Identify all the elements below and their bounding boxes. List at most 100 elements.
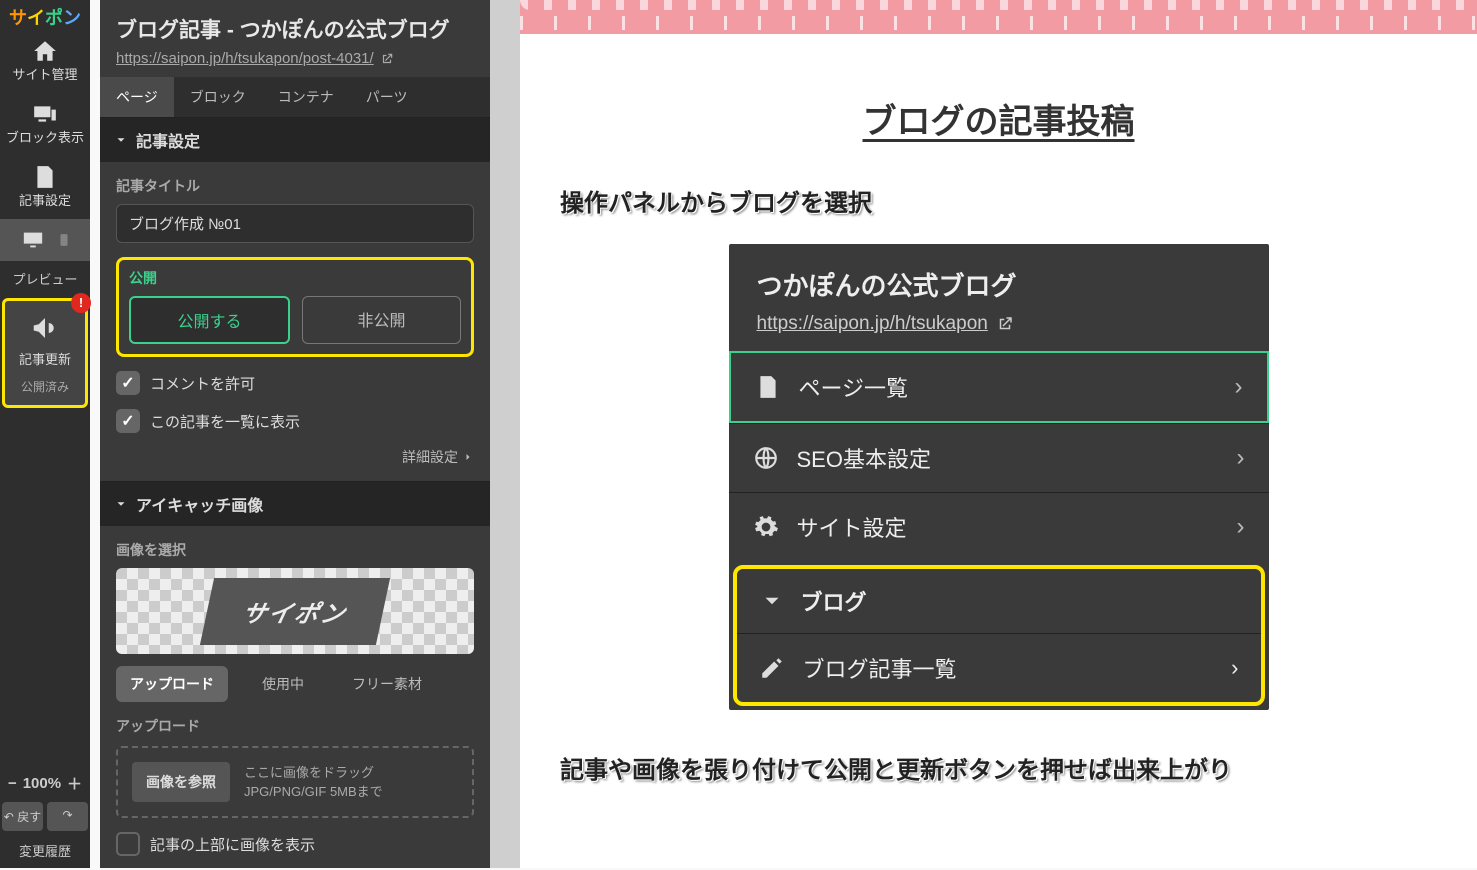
- show-image-top-row[interactable]: 記事の上部に画像を表示: [116, 832, 474, 856]
- menu-blog-url[interactable]: https://saipon.jp/h/tsukapon: [757, 313, 1241, 335]
- megaphone-icon: [28, 313, 62, 343]
- details-settings-link[interactable]: 詳細設定: [116, 447, 474, 467]
- menu-row-label: SEO基本設定: [797, 442, 931, 474]
- checkbox-unchecked-icon[interactable]: [116, 832, 140, 856]
- section-eyecatch: アイキャッチ画像 画像を選択 サイポン アップロード 使用中 フリー素材 アップ…: [100, 481, 490, 870]
- show-on-top-label: 記事の上部に画像を表示: [150, 834, 315, 855]
- devices-icon: [30, 101, 60, 127]
- section-header-eyecatch[interactable]: アイキャッチ画像: [100, 482, 490, 526]
- menu-row-label: サイト設定: [797, 511, 907, 543]
- img-tab-used[interactable]: 使用中: [248, 666, 318, 702]
- mobile-icon: [57, 229, 71, 251]
- desktop-icon: [19, 229, 47, 251]
- menu-header: つかぽんの公式ブログ https://saipon.jp/h/tsukapon: [729, 244, 1269, 351]
- edit-icon: [759, 655, 785, 681]
- device-switch[interactable]: [0, 219, 90, 261]
- tab-page[interactable]: ページ: [100, 77, 174, 117]
- home-icon: [30, 38, 60, 64]
- instruction-caption-2: 記事や画像を張り付けて公開と更新ボタンを押せば出来上がり: [560, 750, 1437, 785]
- external-link-icon: [996, 315, 1014, 333]
- upload-hint: ここに画像をドラッグ JPG/PNG/GIF 5MBまで: [244, 763, 383, 802]
- change-history-button[interactable]: 変更履歴: [0, 833, 90, 868]
- decorative-border: [520, 0, 1477, 34]
- panel-tabs: ページ ブロック コンテナ パーツ: [100, 77, 490, 117]
- chevron-down-icon: [114, 133, 128, 147]
- page-preview: ブログの記事投稿 操作パネルからブログを選択 つかぽんの公式ブログ https:…: [520, 0, 1477, 868]
- panel-header: ブログ記事 - つかぽんの公式ブログ https://saipon.jp/h/t…: [100, 0, 490, 77]
- field-label-select-image: 画像を選択: [116, 540, 474, 560]
- bottom-controls: − 100% ＋ ↶ 戻す ↷ 変更履歴: [0, 767, 90, 868]
- preview-label: プレビュー: [0, 261, 90, 296]
- undo-button[interactable]: ↶ 戻す: [2, 802, 43, 831]
- chevron-right-icon: ›: [1237, 444, 1245, 472]
- section-article-settings: 記事設定 記事タイトル 公開 公開する 非公開 コメントを許可 この記事を一覧に…: [100, 117, 490, 481]
- admin-menu-card: つかぽんの公式ブログ https://saipon.jp/h/tsukapon …: [729, 244, 1269, 710]
- chevron-down-icon: [759, 588, 785, 614]
- nav-site-management[interactable]: サイト管理: [0, 30, 90, 93]
- settings-panel: ブログ記事 - つかぽんの公式ブログ https://saipon.jp/h/t…: [100, 0, 490, 868]
- published-label: 公開済み: [21, 378, 69, 395]
- app-logo: サイポン: [0, 0, 90, 30]
- post-title: ブログの記事投稿: [560, 94, 1437, 143]
- zoom-control[interactable]: − 100% ＋: [0, 767, 90, 800]
- img-tab-free[interactable]: フリー素材: [338, 666, 436, 702]
- field-label-title: 記事タイトル: [116, 176, 474, 196]
- nav-block-display[interactable]: ブロック表示: [0, 93, 90, 156]
- show-in-list-row[interactable]: この記事を一覧に表示: [116, 409, 474, 433]
- section-header-article[interactable]: 記事設定: [100, 118, 490, 162]
- upload-label: アップロード: [116, 716, 474, 736]
- panel-url-link[interactable]: https://saipon.jp/h/tsukapon/post-4031/: [116, 50, 474, 67]
- gear-icon: [753, 514, 779, 540]
- chevron-right-icon: ›: [1231, 655, 1238, 681]
- image-preview-logo: サイポン: [200, 578, 390, 645]
- checkbox-checked-icon[interactable]: [116, 409, 140, 433]
- nav-label: ブロック表示: [6, 127, 84, 146]
- chevron-right-icon: ›: [1237, 513, 1245, 541]
- publish-group: 公開 公開する 非公開: [116, 257, 474, 357]
- allow-comments-row[interactable]: コメントを許可: [116, 371, 474, 395]
- image-source-tabs: アップロード 使用中 フリー素材: [116, 666, 474, 702]
- instruction-caption-1: 操作パネルからブログを選択: [560, 183, 1437, 218]
- browse-image-button[interactable]: 画像を参照: [132, 762, 230, 802]
- menu-row-pages[interactable]: ページ一覧 ›: [729, 351, 1269, 423]
- document-icon: [30, 164, 60, 190]
- alert-badge-icon: !: [71, 293, 91, 313]
- menu-row-label: ページ一覧: [799, 371, 909, 403]
- panel-divider: [490, 0, 520, 868]
- menu-row-blog-list[interactable]: ブログ記事一覧 ›: [737, 633, 1261, 702]
- zoom-in-icon[interactable]: ＋: [67, 773, 82, 794]
- menu-row-blog[interactable]: ブログ: [737, 569, 1261, 633]
- redo-button[interactable]: ↷: [47, 802, 88, 831]
- article-title-input[interactable]: [116, 204, 474, 243]
- menu-row-seo[interactable]: SEO基本設定 ›: [729, 423, 1269, 492]
- menu-row-site-settings[interactable]: サイト設定 ›: [729, 492, 1269, 561]
- nav-label: 記事設定: [19, 190, 71, 209]
- tab-block[interactable]: ブロック: [174, 77, 262, 117]
- zoom-out-icon[interactable]: −: [8, 775, 17, 792]
- show-in-list-label: この記事を一覧に表示: [150, 411, 300, 432]
- publish-button[interactable]: 公開する: [129, 296, 290, 344]
- document-icon: [755, 374, 781, 400]
- nav-label: サイト管理: [12, 64, 77, 83]
- private-button[interactable]: 非公開: [302, 296, 461, 344]
- chevron-right-icon: [462, 451, 474, 463]
- menu-blog-title: つかぽんの公式ブログ: [757, 266, 1241, 303]
- menu-row-label: ブログ: [801, 585, 867, 617]
- img-tab-upload[interactable]: アップロード: [116, 666, 228, 702]
- chevron-down-icon: [114, 497, 128, 511]
- image-preview[interactable]: サイポン: [116, 568, 474, 654]
- globe-icon: [753, 445, 779, 471]
- tab-parts[interactable]: パーツ: [350, 77, 424, 117]
- left-rail: サイポン サイト管理 ブロック表示 記事設定 プレビュー ! 記事更新 公開済み…: [0, 0, 90, 868]
- update-article-button[interactable]: ! 記事更新 公開済み: [2, 298, 88, 408]
- menu-blog-group: ブログ ブログ記事一覧 ›: [733, 565, 1265, 706]
- field-label-publish: 公開: [129, 268, 461, 288]
- nav-article-settings[interactable]: 記事設定: [0, 156, 90, 219]
- panel-title: ブログ記事 - つかぽんの公式ブログ: [116, 14, 474, 44]
- upload-dropzone[interactable]: 画像を参照 ここに画像をドラッグ JPG/PNG/GIF 5MBまで: [116, 746, 474, 818]
- tab-container[interactable]: コンテナ: [262, 77, 350, 117]
- update-label: 記事更新: [19, 349, 71, 368]
- chevron-right-icon: ›: [1235, 373, 1243, 401]
- checkbox-checked-icon[interactable]: [116, 371, 140, 395]
- external-link-icon: [380, 52, 394, 66]
